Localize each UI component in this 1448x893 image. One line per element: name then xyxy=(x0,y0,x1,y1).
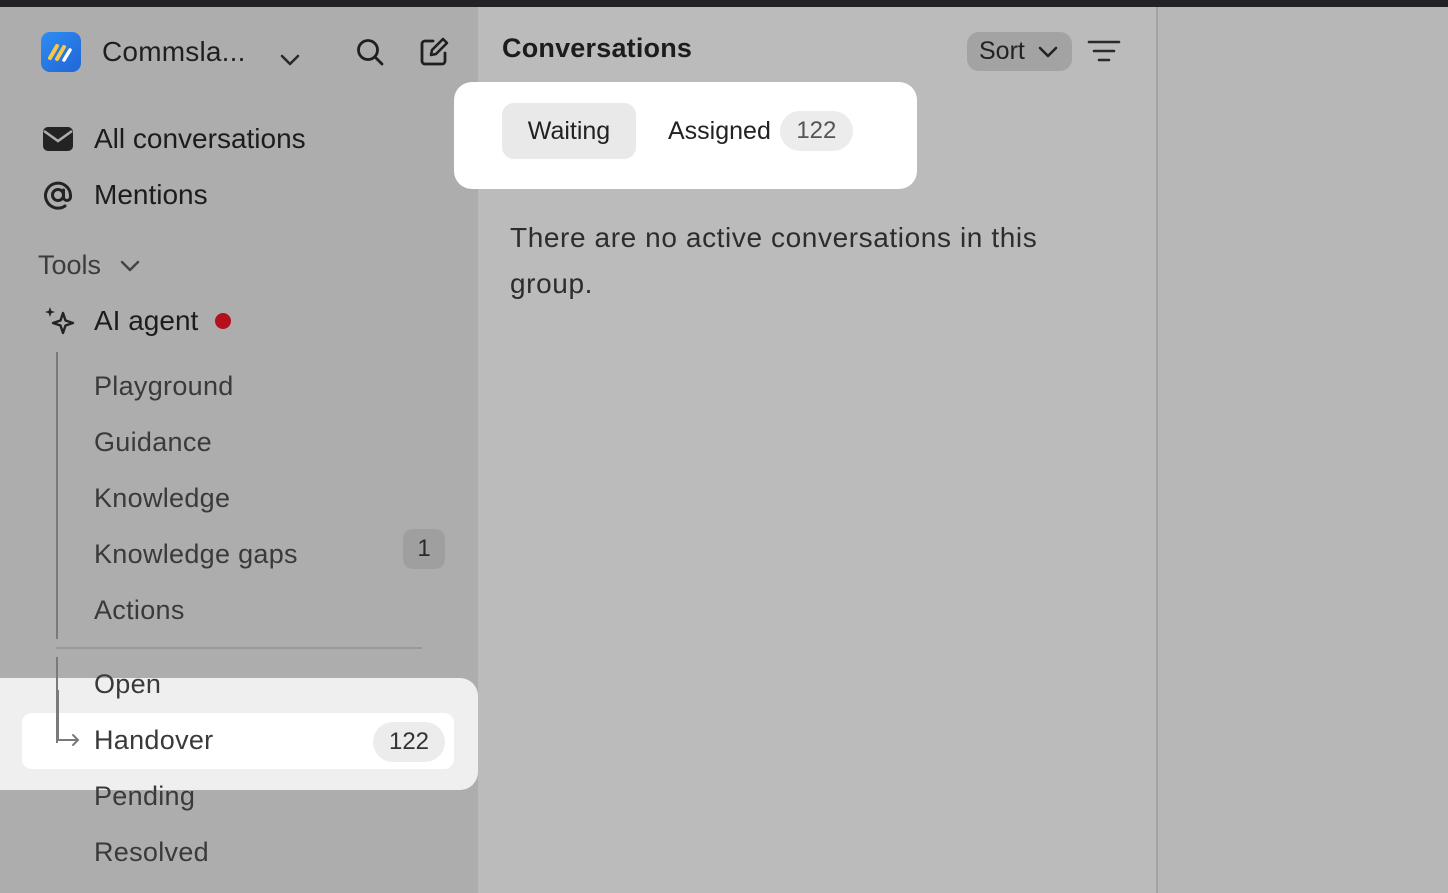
filter-button[interactable] xyxy=(1086,37,1122,67)
ai-agent-status-dot xyxy=(215,313,232,329)
tools-label: Tools xyxy=(38,250,102,280)
nav-all-conversations[interactable]: All conversations xyxy=(41,119,306,159)
tab-assigned-label: Assigned xyxy=(668,116,771,145)
inbox-envelope-icon xyxy=(41,122,75,156)
sort-label: Sort xyxy=(979,37,1025,65)
nav-guidance[interactable]: Guidance xyxy=(94,427,212,458)
at-sign-icon xyxy=(41,178,75,212)
search-button[interactable] xyxy=(350,32,390,72)
nav-knowledge[interactable]: Knowledge xyxy=(94,483,230,514)
tab-assigned[interactable]: Assigned 122 xyxy=(668,103,853,159)
nav-knowledge-gaps[interactable]: Knowledge gaps xyxy=(94,539,298,570)
tab-assigned-count-badge: 122 xyxy=(779,111,853,151)
search-icon xyxy=(357,39,384,66)
sort-button[interactable]: Sort xyxy=(967,32,1072,71)
workspace-chevron-down-icon[interactable] xyxy=(278,50,302,75)
nav-mentions[interactable]: Mentions xyxy=(41,175,208,215)
sparkle-icon xyxy=(45,307,75,335)
nav-open[interactable]: Open xyxy=(94,669,161,700)
arrow-turn-right-icon xyxy=(56,690,82,757)
workspace-logo-icon xyxy=(41,32,81,72)
knowledge-gaps-count-badge: 1 xyxy=(403,529,445,569)
ai-agent-label: AI agent xyxy=(94,305,199,336)
sidebar-divider xyxy=(56,647,422,649)
workspace-switcher[interactable]: Commsla... xyxy=(41,32,246,72)
nav-handover[interactable]: Handover xyxy=(94,725,213,756)
compose-icon xyxy=(420,37,449,66)
page-title: Conversations xyxy=(502,33,693,63)
tree-connector-line xyxy=(56,352,58,639)
nav-all-conversations-label: All conversations xyxy=(94,123,306,154)
tools-section-header[interactable]: Tools xyxy=(38,250,141,281)
detail-pane xyxy=(1158,7,1448,893)
compose-button[interactable] xyxy=(414,32,454,72)
handover-count-badge: 122 xyxy=(373,722,445,762)
filter-lines-icon xyxy=(1087,40,1121,62)
workspace-name: Commsla... xyxy=(102,36,246,67)
tab-waiting[interactable]: Waiting xyxy=(502,103,636,159)
nav-mentions-label: Mentions xyxy=(94,179,208,210)
nav-playground[interactable]: Playground xyxy=(94,371,234,402)
nav-ai-agent[interactable]: AI agent xyxy=(43,305,232,337)
window-top-bar xyxy=(0,0,1448,7)
nav-pending[interactable]: Pending xyxy=(94,781,195,812)
nav-actions[interactable]: Actions xyxy=(94,595,185,626)
empty-state-message: There are no active conversations in thi… xyxy=(510,222,1038,299)
nav-resolved[interactable]: Resolved xyxy=(94,837,209,868)
tools-chevron-down-icon xyxy=(120,260,140,271)
sort-chevron-down-icon xyxy=(1038,46,1058,57)
